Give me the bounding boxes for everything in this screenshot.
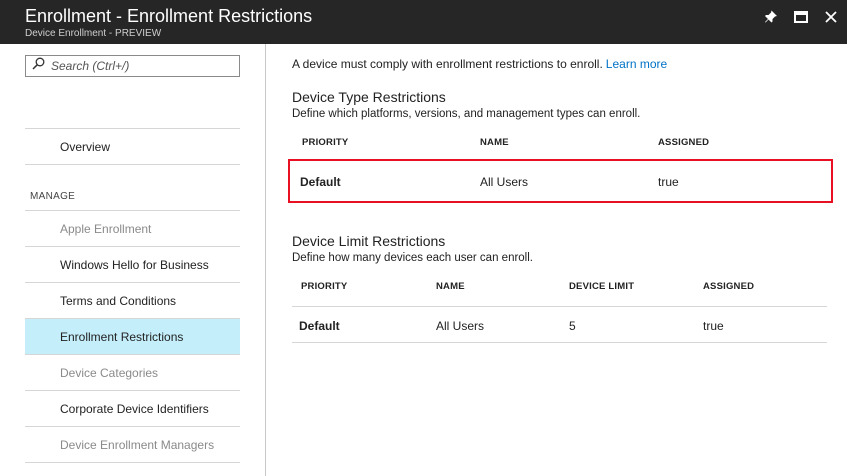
cell-assigned: true: [658, 175, 679, 189]
column-header-priority[interactable]: PRIORITY: [301, 281, 347, 292]
table-row-divider: [292, 342, 827, 343]
cell-assigned: true: [703, 319, 724, 333]
cell-name: All Users: [436, 319, 485, 333]
column-header-priority[interactable]: PRIORITY: [302, 137, 348, 148]
nav-item-corporate-device-identifiers[interactable]: Corporate Device Identifiers: [25, 391, 240, 427]
device-type-title: Device Type Restrictions: [292, 89, 446, 105]
nav-item-device-enrollment-managers[interactable]: Device Enrollment Managers: [25, 427, 240, 463]
learn-more-link[interactable]: Learn more: [606, 57, 667, 71]
cell-priority: Default: [299, 319, 340, 333]
search-box[interactable]: [25, 55, 240, 77]
pin-icon[interactable]: [762, 8, 780, 26]
nav-item-overview[interactable]: Overview: [25, 129, 240, 165]
maximize-icon[interactable]: [792, 8, 810, 26]
intro-text: A device must comply with enrollment res…: [292, 57, 667, 71]
column-header-name[interactable]: NAME: [436, 281, 465, 292]
device-limit-row-default[interactable]: Default All Users 5 true: [292, 307, 827, 343]
nav-item-terms-and-conditions[interactable]: Terms and Conditions: [25, 283, 240, 319]
column-header-device-limit[interactable]: DEVICE LIMIT: [569, 281, 634, 292]
device-type-row-default[interactable]: Default All Users true: [288, 159, 833, 203]
column-header-assigned[interactable]: ASSIGNED: [703, 281, 754, 292]
left-nav-blade: Overview MANAGE Apple Enrollment Windows…: [0, 44, 266, 476]
column-header-assigned[interactable]: ASSIGNED: [658, 137, 709, 148]
blade-header: Enrollment - Enrollment Restrictions Dev…: [0, 0, 847, 44]
cell-priority: Default: [300, 175, 341, 189]
cell-device-limit: 5: [569, 319, 576, 333]
nav-item-device-categories[interactable]: Device Categories: [25, 355, 240, 391]
blade-title: Enrollment - Enrollment Restrictions: [25, 6, 313, 26]
nav-item-windows-hello[interactable]: Windows Hello for Business: [25, 247, 240, 283]
section-label-manage: MANAGE: [30, 191, 76, 202]
nav-item-enrollment-restrictions[interactable]: Enrollment Restrictions: [25, 319, 240, 355]
nav-item-apple-enrollment[interactable]: Apple Enrollment: [25, 211, 240, 247]
intro-sentence: A device must comply with enrollment res…: [292, 57, 603, 71]
cell-name: All Users: [480, 175, 529, 189]
search-icon: [32, 57, 45, 75]
search-input[interactable]: [51, 59, 231, 73]
content-blade: A device must comply with enrollment res…: [267, 44, 847, 476]
column-header-name[interactable]: NAME: [480, 137, 509, 148]
blade-subtitle: Device Enrollment - PREVIEW: [25, 28, 162, 39]
close-icon[interactable]: [822, 8, 840, 26]
device-type-description: Define which platforms, versions, and ma…: [292, 108, 641, 120]
device-limit-title: Device Limit Restrictions: [292, 233, 446, 249]
device-limit-description: Define how many devices each user can en…: [292, 252, 533, 264]
